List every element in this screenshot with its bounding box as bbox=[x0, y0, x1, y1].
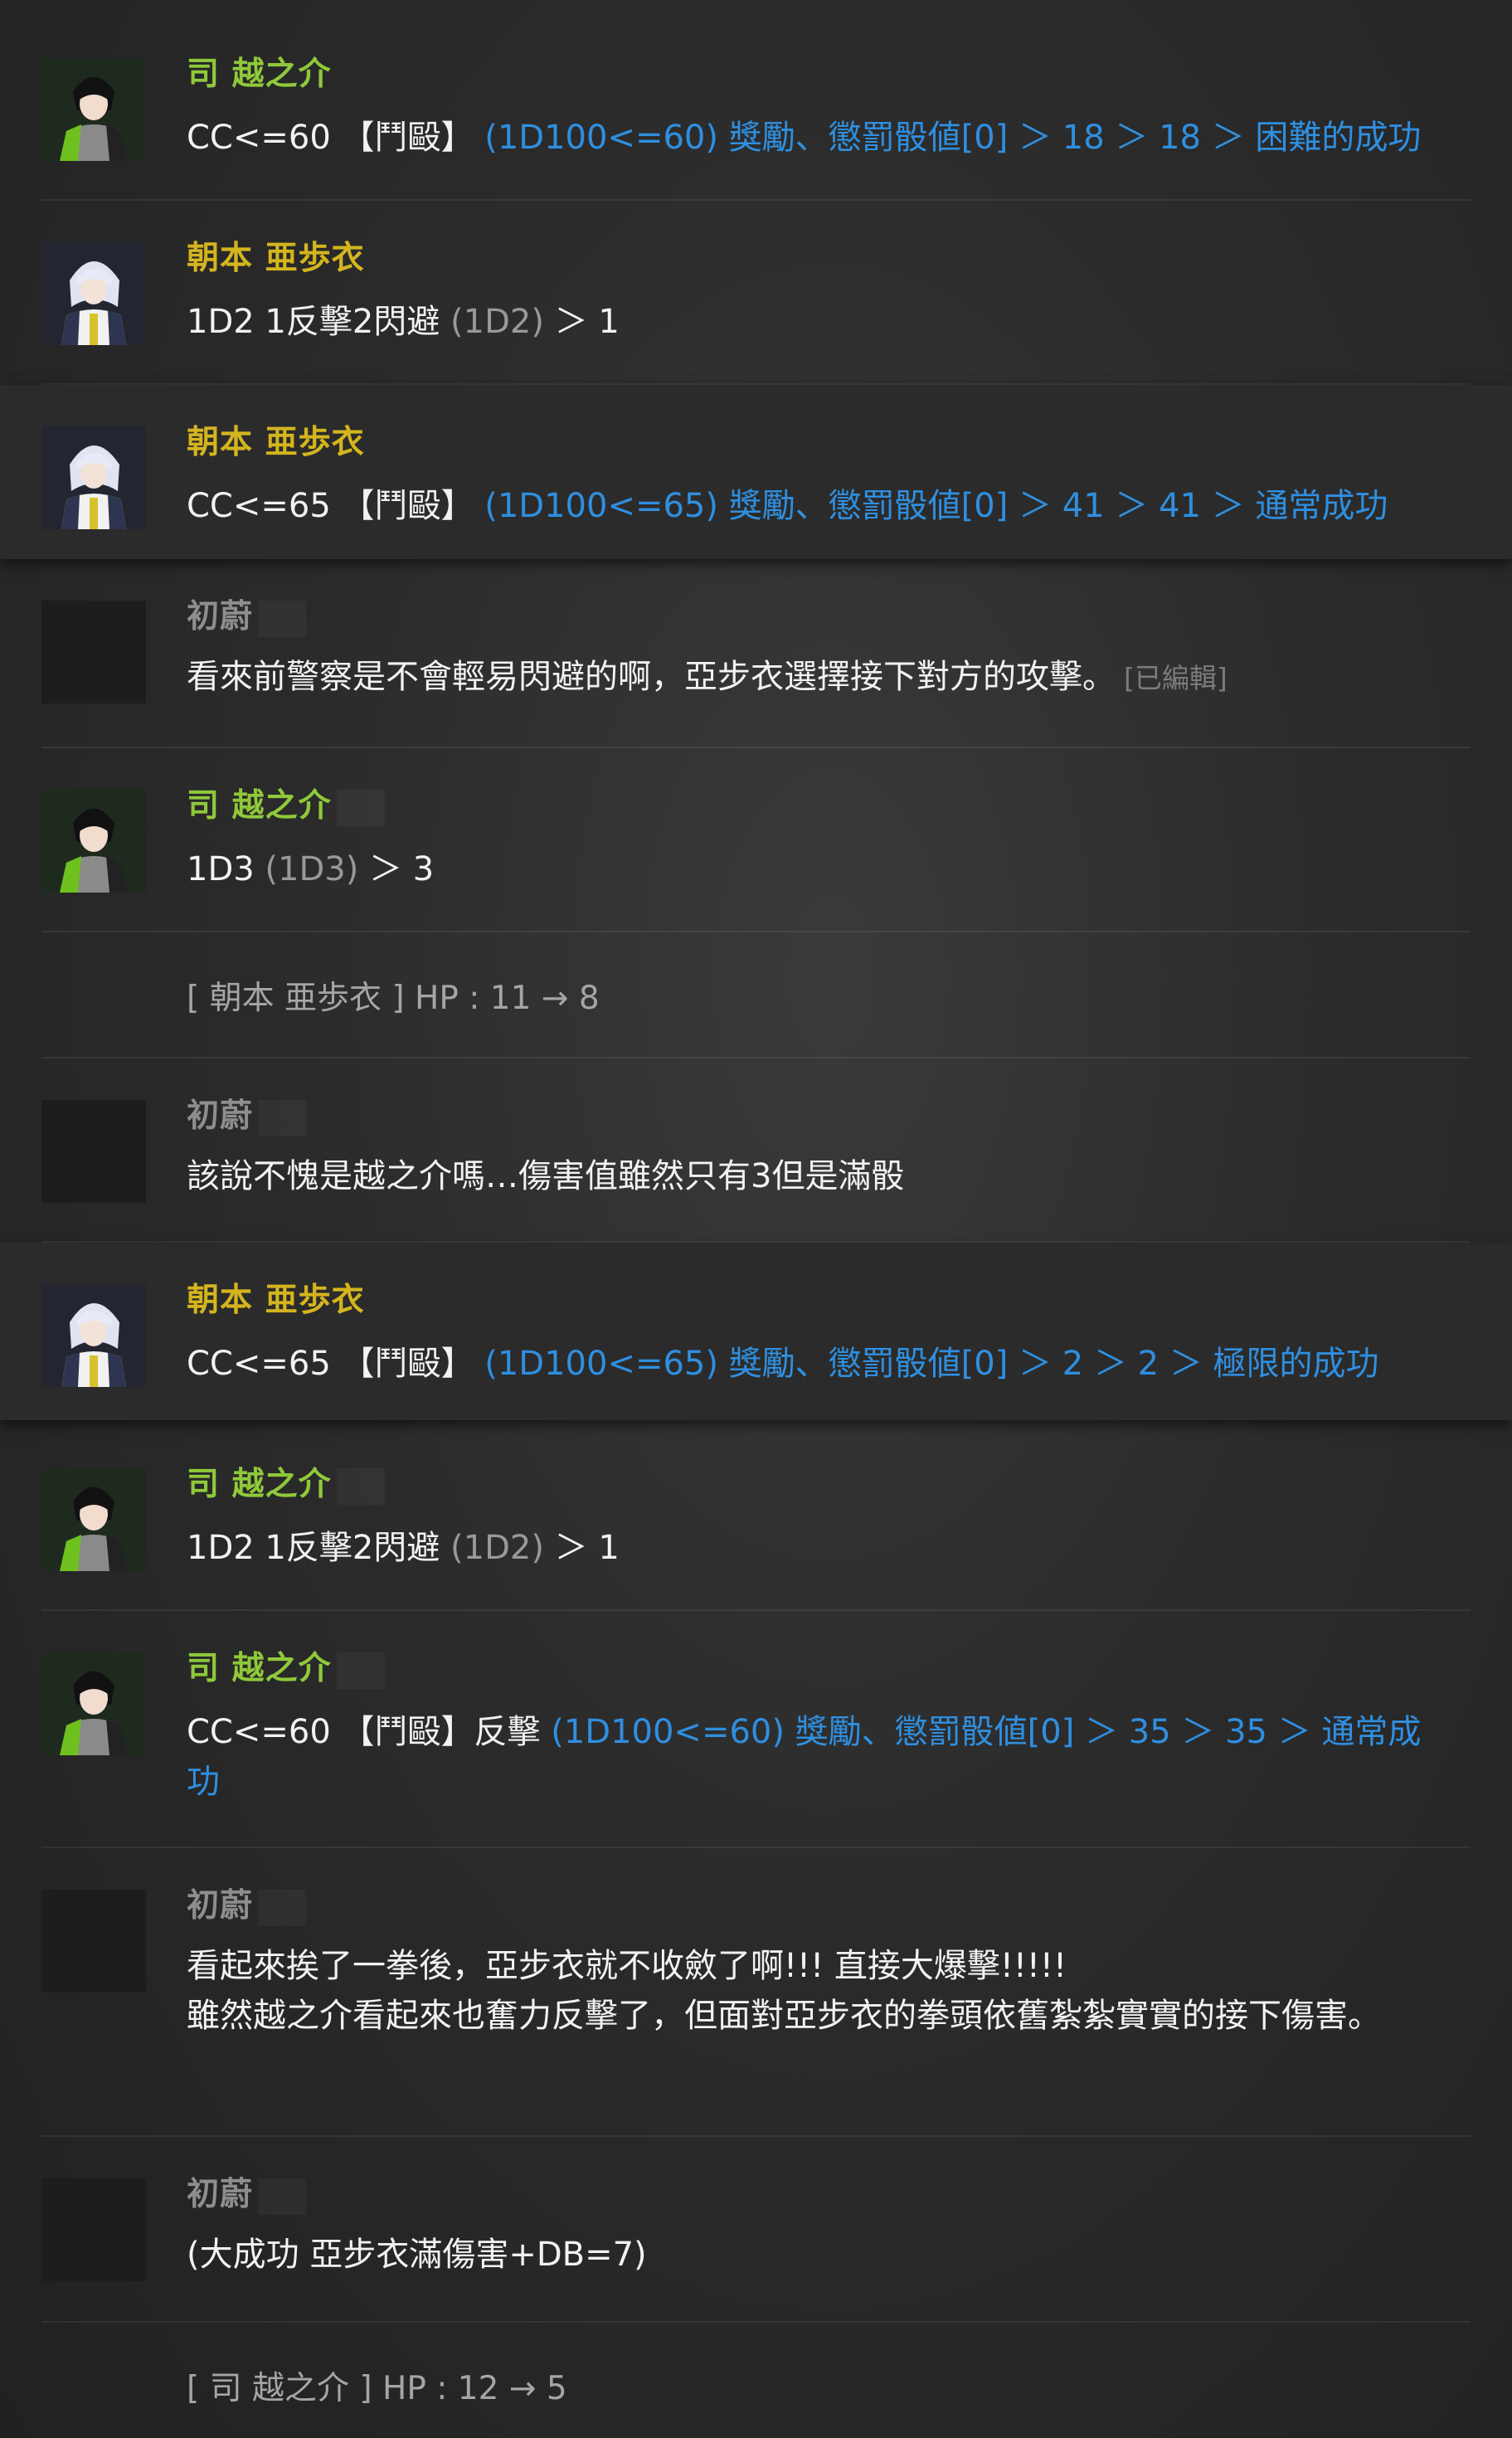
message-text: 看來前警察是不會輕易閃避的啊，亞步衣選擇接下對方的攻擊。 [已編輯] bbox=[187, 658, 1228, 696]
avatar-tsukasa[interactable] bbox=[41, 58, 146, 161]
chat-log: 司 越之介 CC<=60 【鬥毆】 (1D100<=60) 獎勵、懲罰骰値[0]… bbox=[0, 0, 1512, 2438]
chat-message: 朝本 亜歩衣 1D2 1反擊2閃避 (1D2) ＞ 1 bbox=[0, 201, 1512, 385]
message-text: (大成功 亞步衣滿傷害+DB=7) bbox=[187, 2236, 647, 2274]
avatar-asamoto[interactable] bbox=[41, 426, 146, 529]
chat-message: 司 越之介 CC<=60 【鬥毆】 (1D100<=60) 獎勵、懲罰骰値[0]… bbox=[0, 17, 1512, 201]
sender-name: 初蔚 bbox=[187, 591, 307, 637]
system-message: [ 司 越之介 ] HP : 12 → 5 bbox=[0, 2323, 1512, 2438]
name-redaction bbox=[258, 1889, 307, 1926]
message-text: 1D2 1反擊2閃避 (1D2) ＞ 1 bbox=[187, 303, 620, 341]
message-text: 1D2 1反擊2閃避 (1D2) ＞ 1 bbox=[187, 1529, 620, 1567]
avatar-tsukasa-image bbox=[41, 1468, 146, 1571]
avatar-tsukasa[interactable] bbox=[41, 1468, 146, 1571]
sender-name: 朝本 亜歩衣 bbox=[187, 424, 365, 461]
system-message: [ 朝本 亜歩衣 ] HP : 11 → 8 bbox=[0, 932, 1512, 1058]
chat-message: 初蔚 該說不愧是越之介嗎…傷害值雖然只有3但是滿骰 bbox=[0, 1058, 1512, 1243]
sender-name: 司 越之介 bbox=[187, 56, 332, 93]
edited-tag: [已編輯] bbox=[1124, 662, 1228, 694]
name-redaction bbox=[258, 600, 307, 637]
message-text: CC<=60 【鬥毆】 (1D100<=60) 獎勵、懲罰骰値[0] ＞ 18 … bbox=[187, 119, 1422, 157]
roll-result: (1D100<=65) 獎勵、懲罰骰値[0] ＞ 41 ＞ 41 ＞ 通常成功 bbox=[484, 487, 1388, 525]
roll-result: ＞ 3 bbox=[358, 850, 435, 888]
sender-name: 初蔚 bbox=[187, 1880, 307, 1926]
avatar-placeholder[interactable] bbox=[41, 1890, 146, 1993]
sender-name: 朝本 亜歩衣 bbox=[187, 240, 365, 277]
sender-name: 朝本 亜歩衣 bbox=[187, 1282, 365, 1319]
chat-message: 司 越之介 1D3 (1D3) ＞ 3 bbox=[0, 748, 1512, 932]
message-text: CC<=60 【鬥毆】反擊 (1D100<=60) 獎勵、懲罰骰値[0] ＞ 3… bbox=[187, 1713, 1422, 1801]
message-text: CC<=65 【鬥毆】 (1D100<=65) 獎勵、懲罰骰値[0] ＞ 41 … bbox=[187, 487, 1388, 525]
dice-expression: (1D2) bbox=[450, 1529, 544, 1567]
roll-result: (1D100<=65) 獎勵、懲罰骰値[0] ＞ 2 ＞ 2 ＞ 極限的成功 bbox=[484, 1345, 1379, 1383]
sender-name: 初蔚 bbox=[187, 1090, 307, 1136]
name-redaction bbox=[336, 1652, 385, 1689]
chat-message: 初蔚 看來前警察是不會輕易閃避的啊，亞步衣選擇接下對方的攻擊。 [已編輯] bbox=[0, 559, 1512, 748]
avatar-placeholder[interactable] bbox=[41, 601, 146, 703]
name-redaction bbox=[258, 2178, 307, 2215]
sender-name: 司 越之介 bbox=[187, 1458, 385, 1505]
message-text: 1D3 (1D3) ＞ 3 bbox=[187, 850, 435, 888]
sender-name: 初蔚 bbox=[187, 2168, 307, 2215]
avatar-asamoto-image bbox=[41, 242, 146, 345]
avatar-asamoto[interactable] bbox=[41, 242, 146, 345]
roll-result: (1D100<=60) 獎勵、懲罰骰値[0] ＞ 18 ＞ 18 ＞ 困難的成功 bbox=[484, 119, 1422, 157]
message-text: 看起來挨了一拳後，亞步衣就不收斂了啊!!! 直接大爆擊!!!!! 雖然越之介看起… bbox=[187, 1947, 1381, 2035]
name-redaction bbox=[258, 1099, 307, 1136]
avatar-asamoto-image bbox=[41, 1284, 146, 1387]
roll-result: ＞ 1 bbox=[543, 1529, 620, 1567]
name-redaction bbox=[336, 1467, 385, 1505]
hp-change-text: [ 朝本 亜歩衣 ] HP : 11 → 8 bbox=[187, 980, 600, 1017]
chat-message: 朝本 亜歩衣 CC<=65 【鬥毆】 (1D100<=65) 獎勵、懲罰骰値[0… bbox=[0, 385, 1512, 559]
chat-message: 司 越之介 CC<=60 【鬥毆】反擊 (1D100<=60) 獎勵、懲罰骰値[… bbox=[0, 1611, 1512, 1848]
chat-message: 司 越之介 1D2 1反擊2閃避 (1D2) ＞ 1 bbox=[0, 1427, 1512, 1611]
avatar-tsukasa[interactable] bbox=[41, 1652, 146, 1755]
chat-message: 初蔚 (大成功 亞步衣滿傷害+DB=7) bbox=[0, 2137, 1512, 2323]
avatar-placeholder[interactable] bbox=[41, 2178, 146, 2281]
avatar-tsukasa-image bbox=[41, 790, 146, 893]
sender-name: 司 越之介 bbox=[187, 780, 385, 826]
avatar-tsukasa[interactable] bbox=[41, 790, 146, 893]
message-text: 該說不愧是越之介嗎…傷害值雖然只有3但是滿骰 bbox=[187, 1157, 905, 1195]
chat-message: 初蔚 看起來挨了一拳後，亞步衣就不收斂了啊!!! 直接大爆擊!!!!! 雖然越之… bbox=[0, 1848, 1512, 2137]
roll-result: ＞ 1 bbox=[543, 303, 620, 341]
hp-change-text: [ 司 越之介 ] HP : 12 → 5 bbox=[187, 2370, 567, 2407]
chat-message: 朝本 亜歩衣 CC<=65 【鬥毆】 (1D100<=65) 獎勵、懲罰骰値[0… bbox=[0, 1243, 1512, 1420]
avatar-asamoto[interactable] bbox=[41, 1284, 146, 1387]
sender-name: 司 越之介 bbox=[187, 1642, 385, 1689]
avatar-asamoto-image bbox=[41, 426, 146, 529]
dice-expression: (1D3) bbox=[265, 850, 359, 888]
message-text: CC<=65 【鬥毆】 (1D100<=65) 獎勵、懲罰骰値[0] ＞ 2 ＞… bbox=[187, 1345, 1379, 1383]
avatar-placeholder[interactable] bbox=[41, 1100, 146, 1203]
name-redaction bbox=[336, 789, 385, 826]
dice-expression: (1D2) bbox=[450, 303, 544, 341]
avatar-tsukasa-image bbox=[41, 1652, 146, 1755]
avatar-tsukasa-image bbox=[41, 58, 146, 161]
